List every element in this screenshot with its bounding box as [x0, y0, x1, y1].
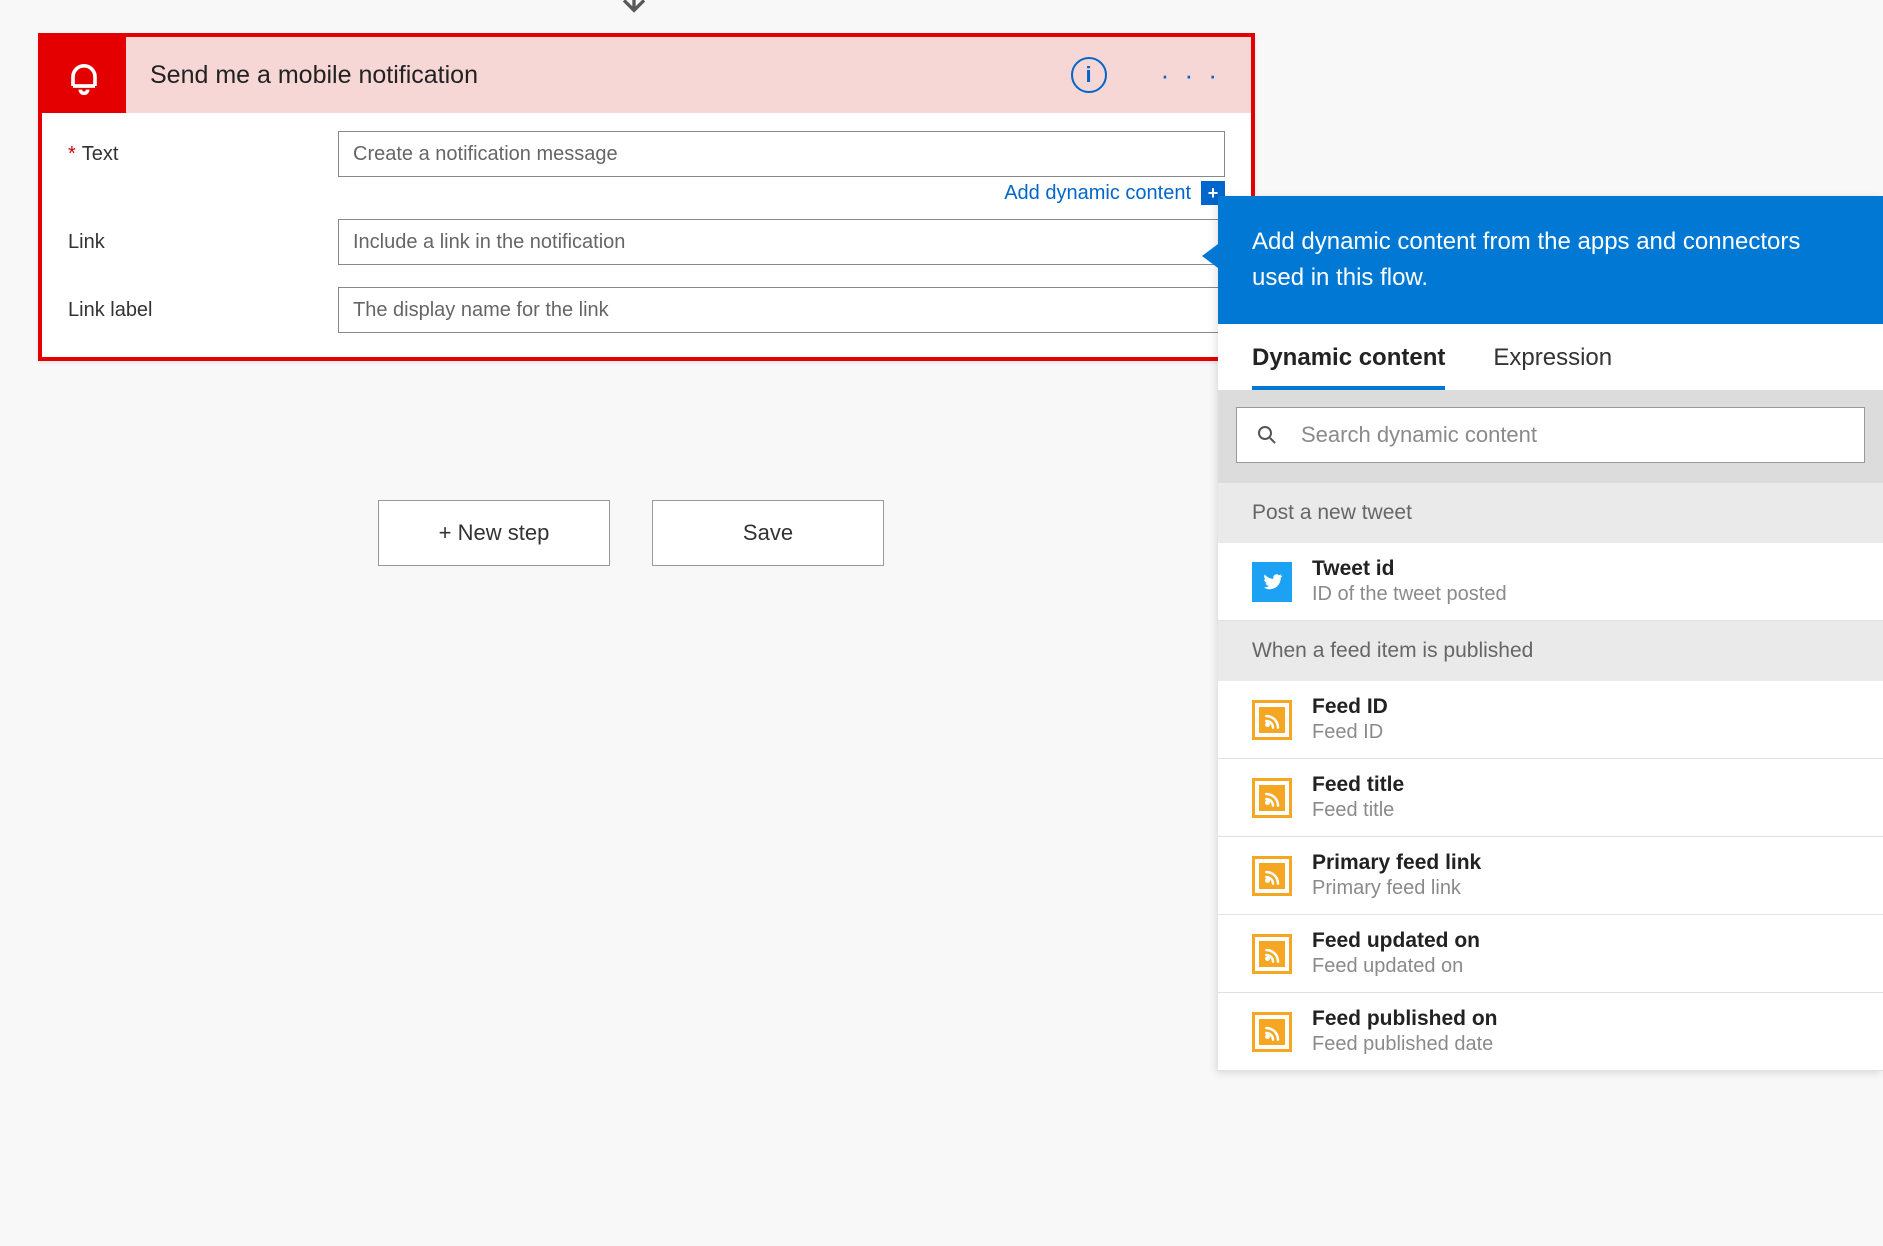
token-item[interactable]: Feed published onFeed published date	[1218, 993, 1883, 1071]
tab-expression[interactable]: Expression	[1493, 344, 1612, 390]
bell-icon	[42, 37, 126, 113]
token-name: Feed title	[1312, 773, 1404, 797]
token-desc: Feed published date	[1312, 1033, 1498, 1056]
field-text-label: *Text	[68, 143, 338, 166]
flow-arrow-icon	[614, 0, 654, 22]
panel-tabs: Dynamic content Expression	[1218, 324, 1883, 391]
rss-icon	[1252, 700, 1292, 740]
search-icon	[1255, 423, 1279, 447]
text-input[interactable]	[338, 131, 1225, 177]
token-desc: Primary feed link	[1312, 877, 1481, 900]
rss-icon	[1252, 856, 1292, 896]
add-dynamic-link[interactable]: Add dynamic content	[1004, 182, 1191, 205]
save-button[interactable]: Save	[652, 500, 884, 566]
token-group-title: Post a new tweet	[1218, 483, 1883, 543]
rss-icon	[1252, 778, 1292, 818]
search-box[interactable]	[1236, 407, 1865, 463]
rss-icon	[1252, 1012, 1292, 1052]
search-input[interactable]	[1301, 422, 1846, 448]
token-desc: Feed updated on	[1312, 955, 1480, 978]
token-name: Tweet id	[1312, 557, 1507, 581]
action-card-header[interactable]: Send me a mobile notification i · · ·	[42, 37, 1251, 113]
token-item[interactable]: Feed titleFeed title	[1218, 759, 1883, 837]
more-icon[interactable]: · · ·	[1137, 60, 1251, 91]
token-name: Feed updated on	[1312, 929, 1480, 953]
token-desc: Feed ID	[1312, 721, 1388, 744]
info-icon[interactable]: i	[1071, 57, 1107, 93]
rss-icon	[1252, 934, 1292, 974]
token-item[interactable]: Tweet idID of the tweet posted	[1218, 543, 1883, 621]
token-item[interactable]: Primary feed linkPrimary feed link	[1218, 837, 1883, 915]
token-desc: ID of the tweet posted	[1312, 583, 1507, 606]
field-link-label-row: Link label	[68, 287, 1225, 333]
panel-pointer-icon	[1202, 244, 1218, 268]
action-title: Send me a mobile notification	[126, 61, 1071, 90]
token-group-title: When a feed item is published	[1218, 621, 1883, 681]
link-input[interactable]	[338, 219, 1225, 265]
new-step-button[interactable]: + New step	[378, 500, 610, 566]
token-name: Feed ID	[1312, 695, 1388, 719]
tab-dynamic-content[interactable]: Dynamic content	[1252, 344, 1445, 390]
field-link: Link	[68, 219, 1225, 265]
dynamic-content-panel: Add dynamic content from the apps and co…	[1218, 196, 1883, 1071]
field-link-label: Link	[68, 231, 338, 254]
action-card: Send me a mobile notification i · · · *T…	[38, 33, 1255, 361]
field-text: *Text	[68, 131, 1225, 177]
token-item[interactable]: Feed updated onFeed updated on	[1218, 915, 1883, 993]
token-item[interactable]: Feed IDFeed ID	[1218, 681, 1883, 759]
twitter-icon	[1252, 562, 1292, 602]
token-desc: Feed title	[1312, 799, 1404, 822]
field-linklabel-label: Link label	[68, 299, 338, 322]
panel-intro: Add dynamic content from the apps and co…	[1218, 196, 1883, 324]
token-name: Primary feed link	[1312, 851, 1481, 875]
required-mark: *	[68, 143, 76, 165]
token-name: Feed published on	[1312, 1007, 1498, 1031]
link-label-input[interactable]	[338, 287, 1225, 333]
